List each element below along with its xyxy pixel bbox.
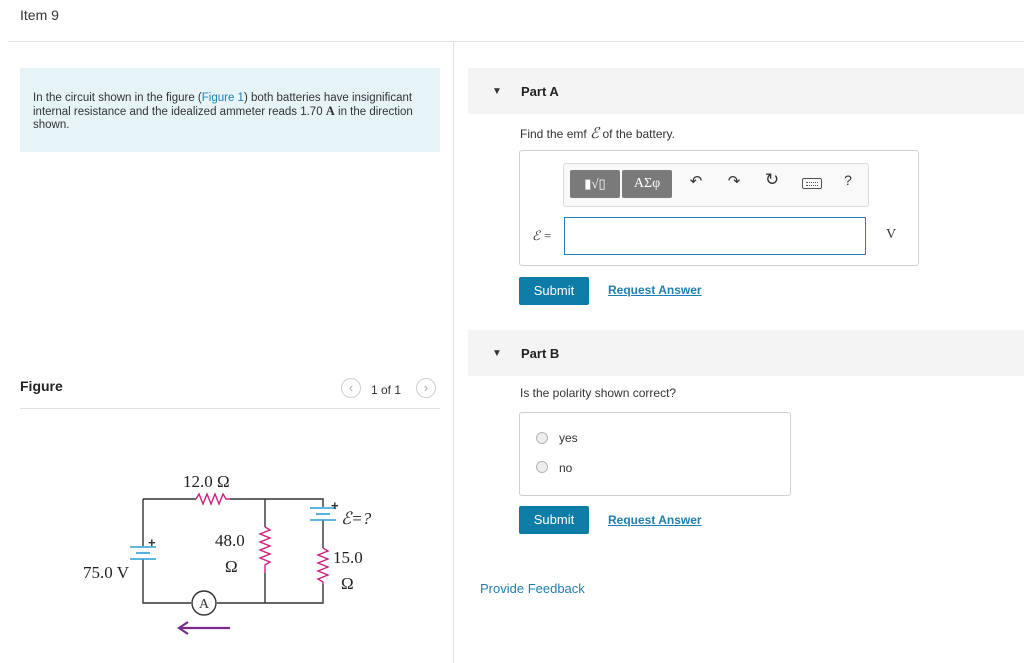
unit-label: V (886, 227, 897, 242)
circuit-diagram: + + A 12.0 Ω 48.0 Ω 15.0 Ω 75.0 V ℰ=? (83, 472, 372, 635)
redo-icon[interactable]: ↷ (724, 172, 744, 190)
battery-left-plus: + (148, 535, 156, 550)
part-b-question: Is the polarity shown correct? (520, 386, 677, 400)
option-yes-label[interactable]: yes (559, 431, 578, 445)
ammeter-label: A (199, 597, 210, 612)
label-r-right-value: 15.0 (333, 548, 363, 567)
keyboard-icon[interactable] (802, 178, 822, 189)
undo-icon[interactable]: ↶ (686, 172, 706, 190)
provide-feedback-link[interactable]: Provide Feedback (480, 581, 585, 596)
label-battery-left: 75.0 V (83, 563, 130, 582)
chevron-right-icon: › (423, 380, 429, 395)
part-b-request-answer-link[interactable]: Request Answer (608, 513, 702, 527)
current-arrow (177, 621, 230, 635)
battery-right-plus: + (331, 498, 339, 513)
resistor-right (316, 547, 330, 584)
chevron-left-icon: ‹ (348, 380, 354, 395)
figure-prev-button[interactable]: ‹ (341, 378, 361, 398)
part-a-submit-button[interactable]: Submit (519, 277, 589, 305)
caret-down-icon[interactable]: ▼ (492, 86, 502, 97)
caret-down-icon[interactable]: ▼ (492, 348, 502, 359)
intro-unit: A (325, 104, 335, 118)
divider (8, 41, 1024, 42)
radio-no[interactable] (536, 461, 548, 473)
figure-link[interactable]: Figure 1 (202, 92, 244, 104)
part-a-question-symbol: ℰ (590, 126, 600, 142)
part-a-request-answer-link[interactable]: Request Answer (608, 283, 702, 297)
part-a-question-pre: Find the emf (520, 127, 591, 141)
figure-pagination: 1 of 1 (371, 383, 402, 397)
part-a-question: Find the emf ℰ of the battery. (520, 124, 675, 143)
choices-box (519, 412, 791, 496)
part-a-question-post: of the battery. (599, 127, 675, 141)
emf-answer-input[interactable] (564, 217, 866, 255)
wire-top-right (230, 498, 324, 507)
problem-intro-text: In the circuit shown in the figure (Figu… (33, 92, 433, 132)
label-r-right-unit: Ω (341, 574, 354, 593)
label-r-top: 12.0 Ω (183, 472, 230, 491)
figure-label: Figure (20, 378, 63, 394)
option-no-label[interactable]: no (559, 461, 572, 475)
item-title: Item 9 (20, 7, 59, 23)
label-r-mid-unit: Ω (225, 557, 238, 576)
help-button[interactable]: ? (838, 172, 858, 188)
figure-next-button[interactable]: › (416, 378, 436, 398)
resistor-top (195, 492, 230, 506)
part-a-title: Part A (521, 84, 559, 99)
label-battery-right: ℰ=? (341, 509, 372, 528)
emf-input-label: ℰ = (532, 228, 552, 243)
intro-text-1: In the circuit shown in the figure ( (33, 92, 202, 104)
wire-left-lower (142, 559, 191, 604)
radio-yes[interactable] (536, 432, 548, 444)
resistor-middle (258, 526, 272, 573)
figure-divider (20, 408, 440, 409)
symbols-button[interactable]: ΑΣφ (622, 170, 672, 198)
reset-icon[interactable]: ↻ (762, 170, 782, 190)
label-r-mid-value: 48.0 (215, 531, 245, 550)
part-b-submit-button[interactable]: Submit (519, 506, 589, 534)
column-divider (453, 42, 454, 663)
templates-button[interactable]: ▮√▯ (570, 170, 620, 198)
wire-bottom (217, 584, 324, 604)
part-b-title: Part B (521, 346, 560, 361)
